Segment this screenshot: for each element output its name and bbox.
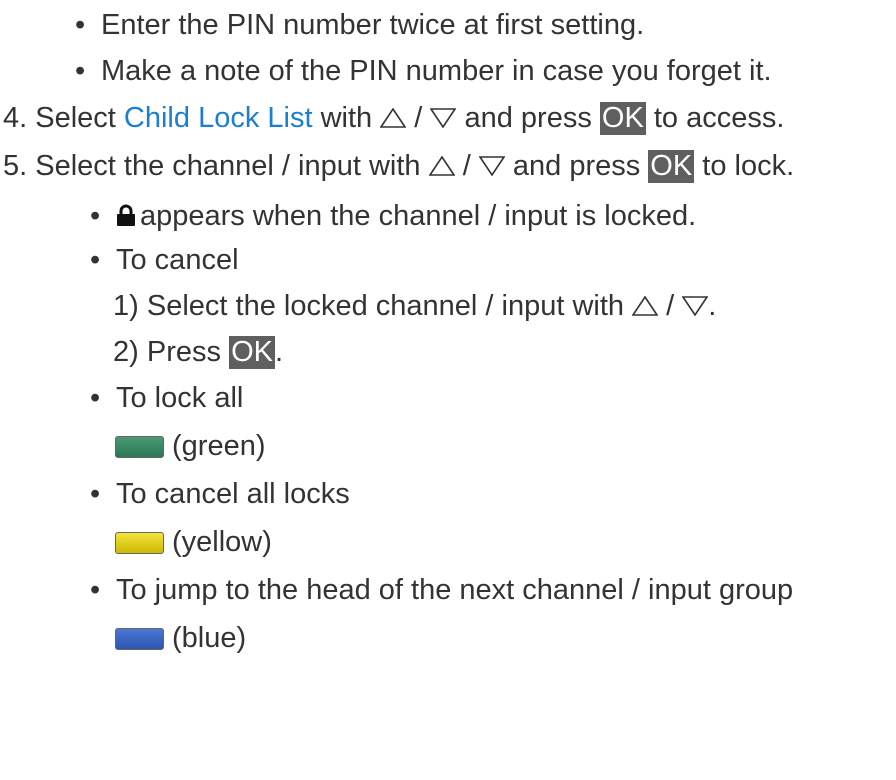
bullet-item: • appears when the channel / input is loc… — [90, 200, 697, 232]
ok-button-label: OK — [648, 150, 695, 183]
substep-number: 1) — [113, 290, 139, 322]
blue-button-line: (blue) — [115, 616, 246, 660]
up-triangle-icon — [632, 296, 659, 316]
bullet-item: • To cancel — [90, 244, 239, 276]
blue-button-text: (blue) — [172, 622, 247, 654]
step-text: Select — [35, 102, 116, 134]
yellow-button-text: (yellow) — [172, 526, 272, 558]
up-triangle-icon — [428, 156, 455, 176]
yellow-button-icon — [115, 532, 164, 554]
to-cancel-label: To cancel — [116, 244, 239, 276]
to-lock-all-label: To lock all — [116, 382, 244, 414]
step-text: Select the channel / input with — [35, 150, 421, 182]
step-number: 5. — [3, 150, 28, 182]
child-lock-list-link[interactable]: Child Lock List — [124, 102, 313, 134]
down-triangle-icon — [478, 156, 505, 176]
substep-text: Press — [146, 336, 221, 368]
to-jump-label: To jump to the head of the next channel … — [116, 574, 794, 606]
green-button-line: (green) — [115, 424, 266, 468]
blue-button-icon — [115, 628, 164, 650]
substep-2: 2) Press OK. — [113, 336, 284, 369]
bullet-text: Make a note of the PIN number in case yo… — [101, 55, 772, 87]
ok-button-label: OK — [229, 336, 275, 369]
green-button-text: (green) — [172, 430, 266, 462]
down-triangle-icon — [682, 296, 709, 316]
ok-button-label: OK — [599, 102, 646, 135]
bullet-item: • To lock all — [90, 382, 244, 414]
substep-1: 1) Select the locked channel / input wit… — [113, 290, 717, 322]
step-number: 4. — [3, 102, 28, 134]
bullet-text: Enter the PIN number twice at first sett… — [101, 9, 645, 41]
bullet-item: • Make a note of the PIN number in case y… — [75, 55, 772, 87]
up-triangle-icon — [380, 108, 407, 128]
to-cancel-all-label: To cancel all locks — [116, 478, 350, 510]
yellow-button-line: (yellow) — [115, 520, 272, 564]
bullet-item: • To jump to the head of the next channel… — [90, 574, 794, 606]
bullet-item: • Enter the PIN number twice at first set… — [75, 9, 645, 41]
down-triangle-icon — [430, 108, 457, 128]
step-4: 4. Select Child Lock List with / and pre… — [3, 96, 784, 140]
step-5: 5. Select the channel / input with / and… — [3, 144, 794, 188]
green-button-icon — [115, 436, 164, 458]
substep-text: Select the locked channel / input with — [146, 290, 625, 322]
lock-note-text: appears when the channel / input is lock… — [140, 200, 697, 232]
lock-icon — [117, 204, 135, 226]
bullet-item: • To cancel all locks — [90, 478, 350, 510]
substep-number: 2) — [113, 336, 139, 368]
